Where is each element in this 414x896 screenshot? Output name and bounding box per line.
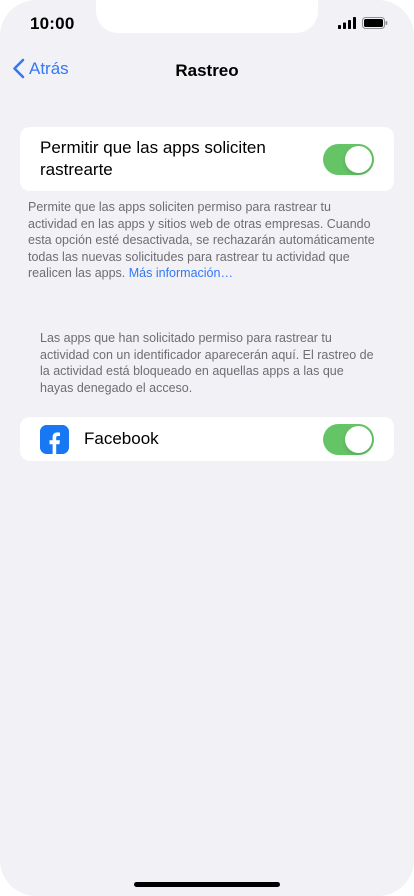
status-time: 10:00 <box>30 14 75 33</box>
facebook-tracking-toggle[interactable] <box>323 424 374 455</box>
apps-footer: Las apps que han solicitado permiso para… <box>40 330 380 396</box>
facebook-icon <box>40 425 69 454</box>
app-cell-facebook: Facebook <box>20 417 394 461</box>
toggle-knob <box>345 146 372 173</box>
more-info-link[interactable]: Más información… <box>129 266 233 280</box>
allow-tracking-footer: Permite que las apps soliciten permiso p… <box>28 199 378 282</box>
screen: 10:00 Atrás Rastreo Permitir que las app… <box>0 0 414 896</box>
page-title: Rastreo <box>175 61 239 80</box>
allow-tracking-toggle[interactable] <box>323 144 374 175</box>
app-name: Facebook <box>84 429 159 448</box>
signal-icon <box>338 17 356 29</box>
status-icons <box>338 17 388 29</box>
navigation-bar: Atrás Rastreo <box>0 50 414 94</box>
home-indicator[interactable] <box>134 882 280 887</box>
apps-footer-text: Las apps que han solicitado permiso para… <box>40 331 374 395</box>
allow-tracking-cell: Permitir que las apps soliciten rastrear… <box>20 127 394 191</box>
status-bar: 10:00 <box>0 0 414 48</box>
allow-tracking-label: Permitir que las apps soliciten rastrear… <box>40 138 266 179</box>
battery-icon <box>362 17 388 29</box>
toggle-knob <box>345 426 372 453</box>
